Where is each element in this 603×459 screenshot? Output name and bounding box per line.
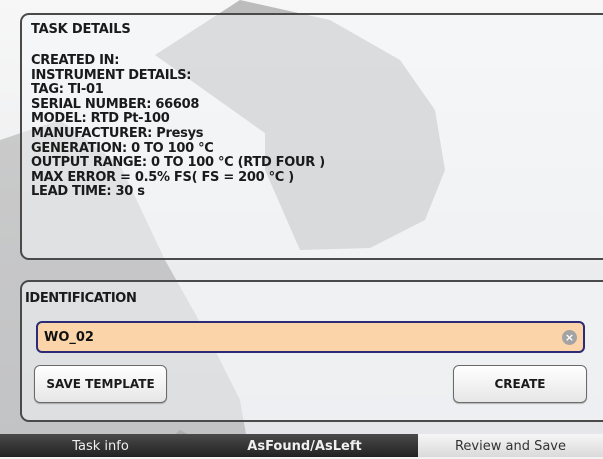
model-line: MODEL: RTD Pt-100 — [31, 111, 170, 127]
instrument-details-line: INSTRUMENT DETAILS: — [31, 67, 192, 83]
identification-input[interactable] — [38, 323, 583, 351]
tab-review-and-save[interactable]: Review and Save — [418, 434, 603, 457]
generation-line: GENERATION: 0 TO 100 °C — [31, 140, 214, 156]
max-error-line: MAX ERROR = 0.5% FS( FS = 200 °C ) — [31, 169, 294, 185]
tab-task-info[interactable]: Task info — [10, 434, 191, 457]
tab-asfound-asleft[interactable]: AsFound/AsLeft — [191, 434, 418, 457]
clear-icon[interactable]: × — [562, 330, 577, 345]
lead-time-line: LEAD TIME: 30 s — [31, 184, 145, 200]
task-details-panel: TASK DETAILS CREATED IN: INSTRUMENT DETA… — [20, 13, 603, 260]
serial-number-line: SERIAL NUMBER: 66608 — [31, 96, 200, 112]
task-details-lines: CREATED IN: INSTRUMENT DETAILS: TAG: TI-… — [31, 53, 603, 200]
tag-line: TAG: TI-01 — [31, 82, 104, 98]
identification-field: × — [36, 321, 585, 353]
create-button[interactable]: CREATE — [453, 365, 587, 403]
task-screen: TASK DETAILS CREATED IN: INSTRUMENT DETA… — [0, 0, 603, 457]
output-range-line: OUTPUT RANGE: 0 TO 100 °C (RTD FOUR ) — [31, 155, 325, 171]
save-template-button[interactable]: SAVE TEMPLATE — [34, 365, 167, 403]
manufacturer-line: MANUFACTURER: Presys — [31, 125, 204, 141]
identification-panel: IDENTIFICATION × SAVE TEMPLATE CREATE — [20, 280, 603, 422]
identification-title: IDENTIFICATION — [25, 291, 137, 306]
created-in-line: CREATED IN: — [31, 53, 120, 68]
task-details-title: TASK DETAILS — [31, 22, 131, 37]
bottom-tab-bar: Task info AsFound/AsLeft Review and Save — [0, 434, 603, 457]
